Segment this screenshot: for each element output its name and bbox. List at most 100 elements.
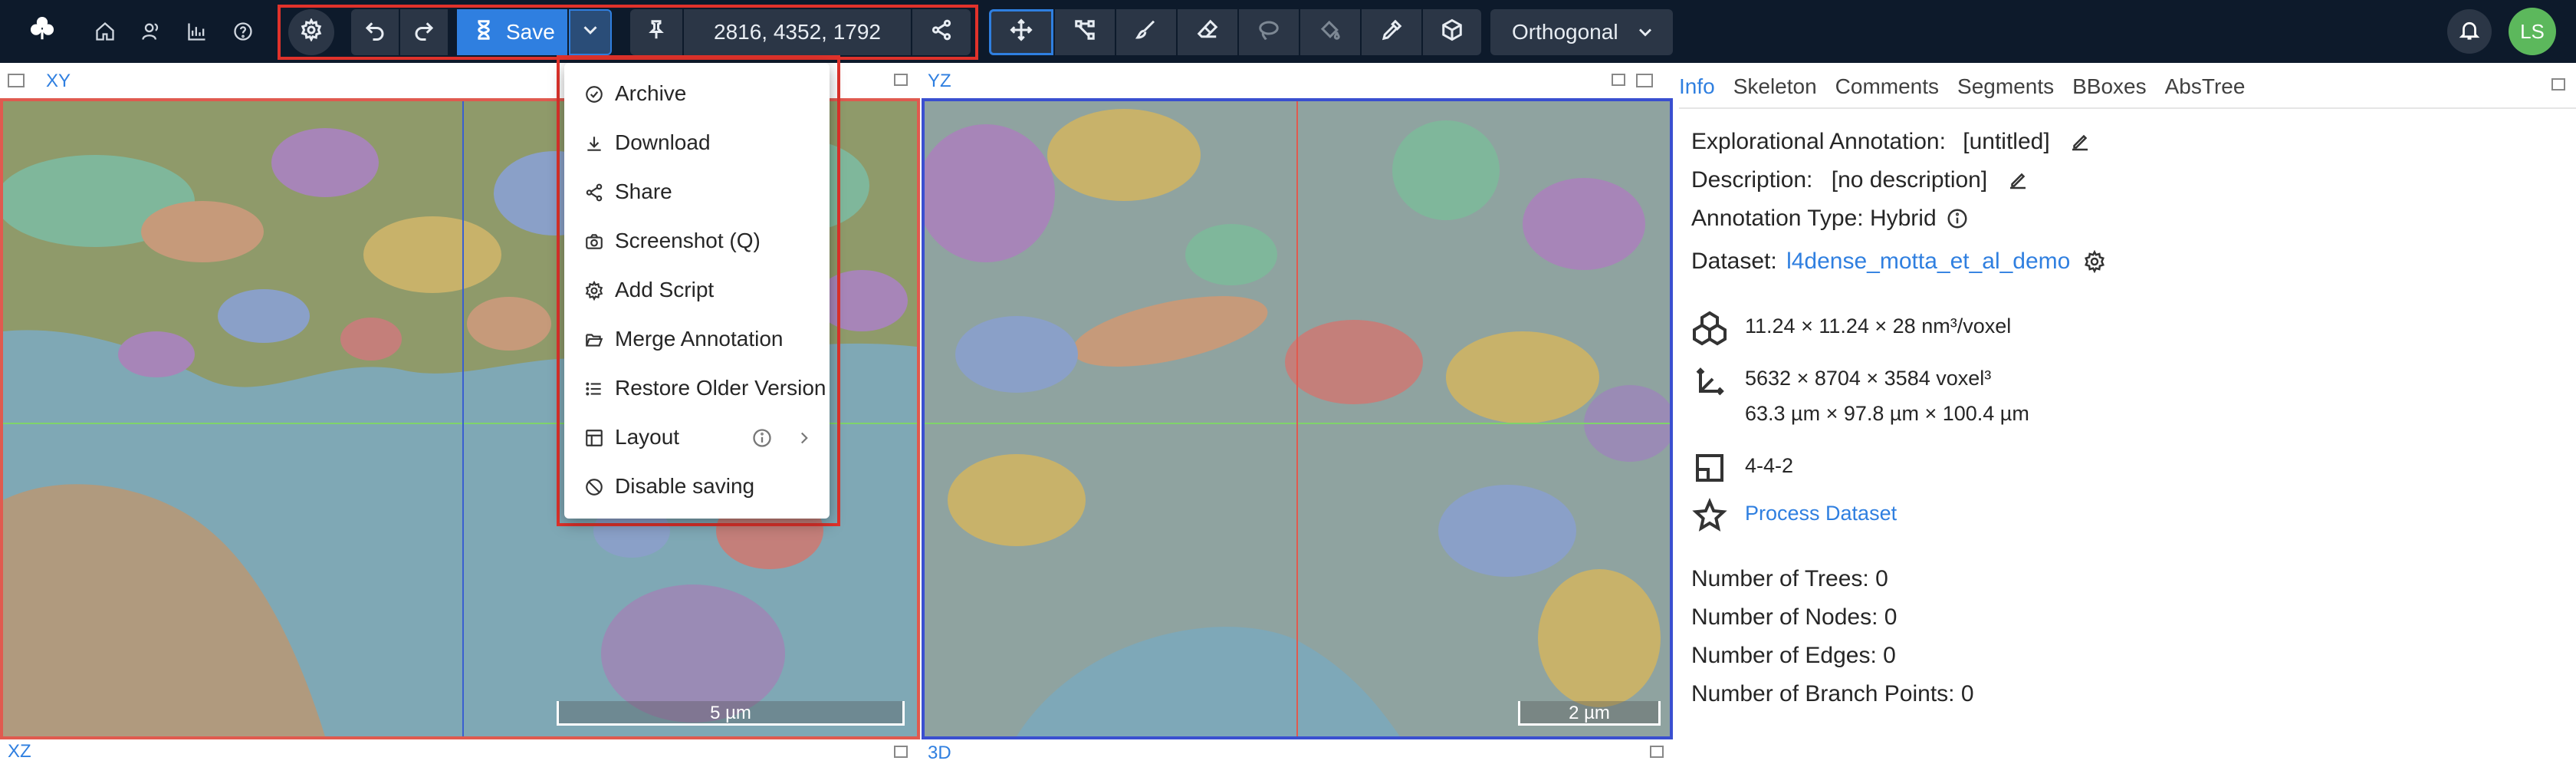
gear-icon — [300, 17, 323, 47]
tab-abstree[interactable]: AbsTree — [2165, 68, 2246, 107]
tab-info[interactable]: Info — [1679, 68, 1715, 107]
voxel-cubes-icon — [1691, 310, 1728, 347]
menu-item-disable-saving[interactable]: Disable saving — [564, 462, 830, 511]
xy-viewport-label: XY — [46, 71, 71, 91]
yz-collapse-icon[interactable] — [1636, 74, 1653, 87]
skeleton-tree-icon — [1073, 18, 1096, 47]
webknossos-logo-icon[interactable] — [28, 14, 57, 43]
xz-viewport-label: XZ — [8, 741, 31, 762]
list-icon — [584, 379, 604, 399]
menu-item-label: Layout — [615, 425, 680, 449]
menu-item-label: Screenshot (Q) — [615, 229, 761, 252]
menu-item-restore-older-version[interactable]: Restore Older Version — [564, 364, 830, 413]
info-icon[interactable] — [751, 427, 773, 449]
lasso-tool-button[interactable] — [1239, 9, 1299, 55]
menu-item-merge-annotation[interactable]: Merge Annotation — [564, 314, 830, 364]
yz-maximize-icon[interactable] — [1612, 74, 1625, 86]
redo-button[interactable] — [400, 9, 448, 55]
lasso-icon — [1257, 18, 1280, 47]
skeleton-tool-button[interactable] — [1055, 9, 1115, 55]
star-icon — [1691, 497, 1728, 534]
check-circle-icon — [584, 84, 604, 104]
xy-expand-icon[interactable] — [8, 74, 25, 87]
resolution-icon — [1691, 450, 1728, 486]
menu-item-share[interactable]: Share — [564, 167, 830, 216]
eraser-tool-button[interactable] — [1178, 9, 1237, 55]
layout-icon — [584, 428, 604, 448]
bounding-box-tool-button[interactable] — [1423, 9, 1481, 55]
xy-scalebar: 5 µm — [557, 701, 905, 726]
description-value: [no description] — [1831, 167, 1988, 193]
tabs-divider — [1679, 107, 2576, 109]
help-icon[interactable] — [228, 17, 258, 46]
home-icon[interactable] — [90, 17, 120, 46]
annotation-name: [untitled] — [1963, 129, 2050, 154]
tab-bboxes[interactable]: BBoxes — [2072, 68, 2147, 107]
top-navbar: Save 2816, 4352, 1792 Orthogonal LS — [0, 0, 2576, 63]
edit-icon[interactable] — [2006, 169, 2029, 192]
pin-position-button[interactable] — [630, 9, 682, 55]
move-tool-button[interactable] — [989, 9, 1053, 55]
brush-tool-button[interactable] — [1116, 9, 1176, 55]
menu-item-layout[interactable]: Layout — [564, 413, 830, 462]
picker-tool-button[interactable] — [1362, 9, 1421, 55]
dataset-extent-um: 63.3 µm × 97.8 µm × 100.4 µm — [1745, 402, 2029, 425]
xy-maximize-icon[interactable] — [894, 74, 908, 86]
annotation-label: Explorational Annotation: — [1691, 129, 1946, 154]
pushpin-icon — [645, 18, 668, 47]
menu-item-label: Archive — [615, 81, 687, 105]
edit-icon[interactable] — [2068, 130, 2091, 153]
menu-item-screenshot[interactable]: Screenshot (Q) — [564, 216, 830, 265]
menu-item-download[interactable]: Download — [564, 118, 830, 167]
menu-item-label: Merge Annotation — [615, 327, 784, 351]
statistics-icon[interactable] — [182, 17, 212, 46]
save-menu-toggle[interactable] — [569, 9, 612, 55]
undo-button[interactable] — [351, 9, 399, 55]
dataset-link[interactable]: l4dense_motta_et_al_demo — [1786, 249, 2070, 274]
voxel-size: 11.24 × 11.24 × 28 nm³/voxel — [1745, 314, 2012, 338]
cube-icon — [1441, 18, 1464, 47]
camera-icon — [584, 232, 604, 252]
yz-scalebar: 2 µm — [1518, 701, 1661, 726]
number-of-branch-points: Number of Branch Points: 0 — [1691, 681, 1974, 706]
axes-icon — [1691, 364, 1728, 400]
dataset-row: Dataset: l4dense_motta_et_al_demo — [1691, 249, 2106, 275]
share-position-button[interactable] — [912, 9, 971, 55]
panel-maximize-icon[interactable] — [2551, 78, 2565, 91]
fill-tool-button[interactable] — [1300, 9, 1360, 55]
menu-item-add-script[interactable]: Add Script — [564, 265, 830, 314]
menu-item-archive[interactable]: Archive — [564, 69, 830, 118]
dataset-extent-voxels: 5632 × 8704 × 3584 voxel³ — [1745, 367, 1992, 390]
info-icon[interactable] — [1946, 207, 1969, 230]
position-value: 2816, 4352, 1792 — [714, 20, 881, 44]
tab-segments[interactable]: Segments — [1957, 68, 2054, 107]
folder-open-icon — [584, 330, 604, 350]
stop-icon — [584, 477, 604, 497]
users-icon[interactable] — [136, 17, 166, 46]
right-panel-tabs: Info Skeleton Comments Segments BBoxes A… — [1679, 68, 2263, 107]
annotation-type: Annotation Type: Hybrid — [1691, 206, 1937, 231]
hourglass-icon — [472, 18, 495, 47]
tab-comments[interactable]: Comments — [1835, 68, 1939, 107]
user-avatar[interactable]: LS — [2509, 8, 2556, 55]
notifications-button[interactable] — [2447, 9, 2492, 54]
number-of-nodes: Number of Nodes: 0 — [1691, 604, 1898, 630]
yz-scalebar-label: 2 µm — [1569, 703, 1610, 723]
xz-maximize-icon[interactable] — [894, 746, 908, 758]
dataset-label: Dataset: — [1691, 249, 1777, 274]
download-icon — [584, 133, 604, 153]
view-mode-select[interactable]: Orthogonal — [1490, 9, 1673, 55]
tab-skeleton[interactable]: Skeleton — [1733, 68, 1817, 107]
gear-icon[interactable] — [2083, 249, 2106, 274]
save-button[interactable]: Save — [457, 9, 567, 55]
process-dataset-link[interactable]: Process Dataset — [1745, 502, 1897, 525]
view-mode-value: Orthogonal — [1512, 20, 1618, 44]
yz-viewport[interactable]: 2 µm — [922, 98, 1673, 739]
td-maximize-icon[interactable] — [1650, 746, 1664, 758]
settings-button[interactable] — [288, 9, 334, 55]
magnification: 4-4-2 — [1745, 454, 1794, 477]
xy-scalebar-label: 5 µm — [710, 703, 751, 723]
position-field[interactable]: 2816, 4352, 1792 — [684, 9, 911, 55]
gear-icon — [584, 280, 604, 301]
menu-item-label: Restore Older Version — [615, 376, 826, 400]
